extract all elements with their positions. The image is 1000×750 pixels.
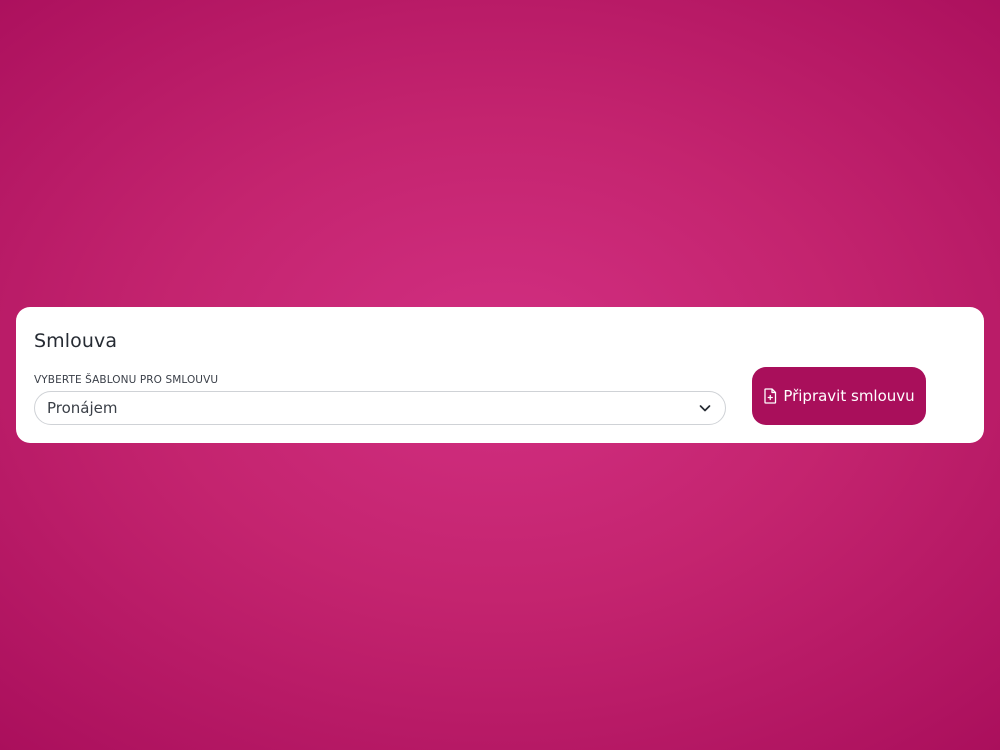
contract-card: Smlouva VYBERTE ŠABLONU PRO SMLOUVU Pron…: [16, 307, 984, 443]
prepare-contract-button[interactable]: Připravit smlouvu: [752, 367, 926, 425]
template-select[interactable]: Pronájem: [34, 391, 726, 425]
chevron-down-icon: [697, 400, 713, 416]
card-title: Smlouva: [34, 330, 118, 352]
template-select-value: Pronájem: [47, 399, 118, 417]
template-select-label: VYBERTE ŠABLONU PRO SMLOUVU: [34, 374, 219, 386]
file-plus-icon: [763, 388, 777, 404]
prepare-contract-button-label: Připravit smlouvu: [783, 387, 915, 405]
